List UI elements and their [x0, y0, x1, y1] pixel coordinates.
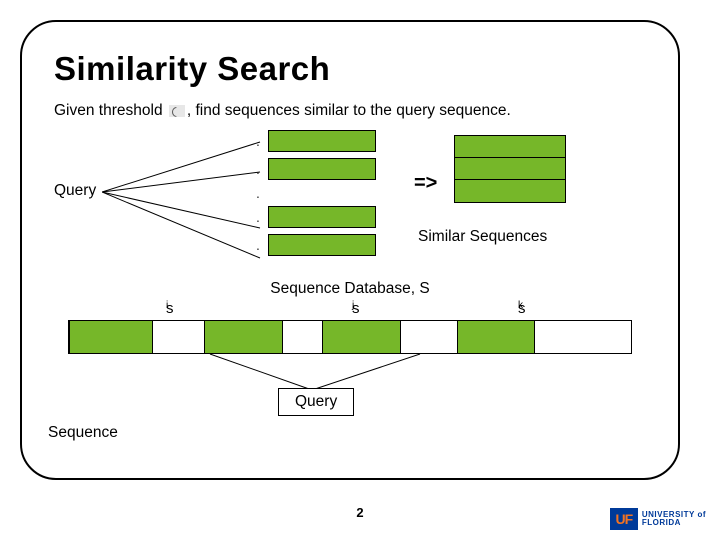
candidate-row: .: [254, 130, 376, 152]
result-box: [455, 136, 565, 158]
segment-green: [69, 321, 153, 353]
segment-white: [401, 321, 457, 353]
intro-prefix: Given threshold: [54, 102, 163, 119]
sequence-bar: [68, 320, 632, 354]
candidate-box: [268, 130, 376, 152]
result-box: [455, 158, 565, 180]
candidate-box: [268, 234, 376, 256]
candidate-row: .: [254, 158, 376, 180]
callout: Query: [68, 354, 632, 414]
intro-text: Given threshold , find sequences similar…: [54, 102, 652, 120]
candidate-row: .: [254, 234, 376, 256]
uf-logo: UF UNIVERSITY of FLORIDA: [610, 508, 706, 530]
segment-white: [153, 321, 204, 353]
segment-green: [322, 321, 401, 353]
sublabel-row: si sj sk: [48, 300, 652, 318]
segment-white: [535, 321, 631, 353]
database-label: Sequence Database, S: [48, 280, 652, 298]
intro-suffix: , find sequences similar to the query se…: [187, 102, 511, 119]
segment-green: [204, 321, 283, 353]
fanout-diagram: Query . . . . . => Similar Sequences: [54, 130, 652, 280]
candidate-box: [268, 206, 376, 228]
sequence-label: Sequence: [48, 424, 118, 442]
similar-label: Similar Sequences: [418, 228, 547, 246]
candidate-row: .: [254, 206, 376, 228]
epsilon-icon: [169, 105, 185, 117]
query-callout-box: Query: [278, 388, 354, 416]
candidate-box: [268, 158, 376, 180]
arrow-icon: =>: [414, 172, 437, 195]
slide-title: Similarity Search: [54, 50, 652, 88]
result-stack: [454, 135, 566, 203]
bullet-icon: .: [254, 186, 262, 200]
ellipsis-row: .: [254, 186, 376, 200]
slide-frame: Similarity Search Given threshold , find…: [20, 20, 680, 480]
segment-white: [283, 321, 322, 353]
candidate-stack: . . . . .: [254, 130, 376, 256]
query-label: Query: [54, 182, 96, 200]
uf-logo-badge: UF: [610, 508, 638, 530]
bullet-icon: .: [254, 134, 262, 148]
bullet-icon: .: [254, 238, 262, 252]
bullet-icon: .: [254, 162, 262, 176]
segment-green: [457, 321, 536, 353]
bullet-icon: .: [254, 210, 262, 224]
uf-logo-text: UNIVERSITY of FLORIDA: [642, 511, 706, 527]
result-box: [455, 180, 565, 202]
